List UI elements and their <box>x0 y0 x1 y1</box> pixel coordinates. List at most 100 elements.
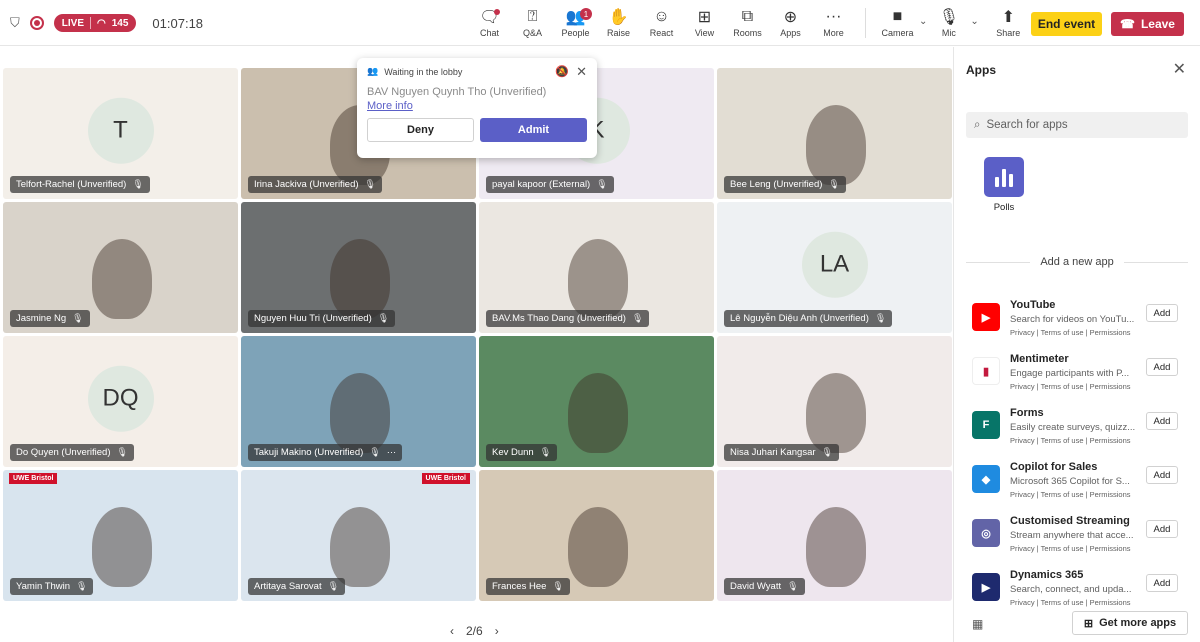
raise-hand-button[interactable]: ✋ Raise <box>597 6 640 38</box>
participant-tile[interactable]: LA Lê Nguyễn Diệu Anh (Unverified) 🎙 <box>717 202 952 333</box>
participant-tile[interactable]: Nguyen Huu Tri (Unverified) 🎙 <box>241 202 476 333</box>
add-app-button[interactable]: Add <box>1146 358 1178 376</box>
mic-muted-icon: 🎙 <box>552 581 564 591</box>
app-list-item[interactable]: ▶ YouTube Search for videos on YouTu... Pri… <box>972 299 1192 353</box>
dynamics-icon: ▶ <box>972 573 1000 601</box>
privacy-link[interactable]: Privacy <box>1010 598 1035 607</box>
app-links: Privacy | Terms of use | Permissions <box>1010 544 1131 553</box>
admit-button[interactable]: Admit <box>480 118 587 142</box>
app-list-item[interactable]: ◆ Copilot for Sales Microsoft 365 Copilot … <box>972 461 1192 515</box>
deny-button[interactable]: Deny <box>367 118 475 142</box>
bell-off-icon[interactable]: 🔕 <box>555 65 569 78</box>
participant-tile[interactable]: UWE Bristol Yamin Thwin 🎙 <box>3 470 238 601</box>
terms-link[interactable]: Terms of use <box>1041 598 1084 607</box>
chevron-right-icon[interactable]: › <box>495 624 499 638</box>
app-name: Mentimeter <box>1010 353 1069 365</box>
participant-tile[interactable]: Frances Hee 🎙 <box>479 470 714 601</box>
divider-line <box>1123 261 1189 263</box>
permissions-link[interactable]: Permissions <box>1090 490 1131 499</box>
participant-tile[interactable]: Takuji Makino (Unverified) 🎙 ··· <box>241 336 476 467</box>
app-list: ▶ YouTube Search for videos on YouTu... Pri… <box>972 299 1192 623</box>
polls-app-tile[interactable]: Polls <box>984 157 1024 213</box>
participant-name-label: Do Quyen (Unverified) 🎙 <box>10 444 134 461</box>
more-button[interactable]: ··· More <box>812 6 855 38</box>
participant-tile[interactable]: Kev Dunn 🎙 <box>479 336 714 467</box>
permissions-link[interactable]: Permissions <box>1090 382 1131 391</box>
terms-link[interactable]: Terms of use <box>1041 436 1084 445</box>
participant-name-label: Jasmine Ng 🎙 <box>10 310 90 327</box>
permissions-link[interactable]: Permissions <box>1090 436 1131 445</box>
participant-tile[interactable]: Bee Leng (Unverified) 🎙 <box>717 68 952 199</box>
close-icon[interactable]: ✕ <box>576 64 587 80</box>
privacy-link[interactable]: Privacy <box>1010 490 1035 499</box>
permissions-link[interactable]: Permissions <box>1090 544 1131 553</box>
leave-button[interactable]: ☎ Leave <box>1111 12 1184 36</box>
participant-name-label: Yamin Thwin 🎙 <box>10 578 94 595</box>
live-badge[interactable]: LIVE ◠ 145 <box>53 14 137 32</box>
participant-tile[interactable]: Nisa Juhari Kangsar 🎙 <box>717 336 952 467</box>
chat-button[interactable]: 🗨 Chat <box>468 6 511 38</box>
qa-button[interactable]: ⍰ Q&A <box>511 6 554 38</box>
rooms-button[interactable]: ⧉ Rooms <box>726 6 769 38</box>
camera-button[interactable]: ■ Camera <box>876 6 919 38</box>
participant-tile[interactable]: UWE Bristol Artitaya Sarovat 🎙 <box>241 470 476 601</box>
participant-name: Takuji Makino (Unverified) <box>254 447 364 458</box>
app-list-item[interactable]: F Forms Easily create surveys, quizz... Pri… <box>972 407 1192 461</box>
participant-tile[interactable]: Jasmine Ng 🎙 <box>3 202 238 333</box>
search-icon: ⌕ <box>974 118 981 131</box>
participant-name-label: Takuji Makino (Unverified) 🎙 ··· <box>248 444 403 461</box>
people-icon: 👥 <box>367 66 379 76</box>
participant-name-label: Frances Hee 🎙 <box>486 578 570 595</box>
ellipsis-icon[interactable]: ··· <box>387 447 397 458</box>
smiley-icon: ☺ <box>653 8 670 25</box>
end-event-button[interactable]: End event <box>1031 12 1102 36</box>
more-info-link[interactable]: More info <box>367 100 587 112</box>
video-feed <box>806 104 867 185</box>
privacy-link[interactable]: Privacy <box>1010 436 1035 445</box>
mic-muted-icon: 🎙 <box>821 447 833 457</box>
terms-link[interactable]: Terms of use <box>1041 382 1084 391</box>
chevron-left-icon[interactable]: ‹ <box>450 624 454 638</box>
app-store-icon[interactable]: ▦ <box>972 617 983 631</box>
get-more-apps-button[interactable]: ⊞ Get more apps <box>1072 611 1188 635</box>
share-button[interactable]: ⬆ Share <box>987 6 1030 38</box>
apps-search-input[interactable]: ⌕ Search for apps <box>966 112 1188 138</box>
participant-tile[interactable]: David Wyatt 🎙 <box>717 470 952 601</box>
privacy-link[interactable]: Privacy <box>1010 544 1035 553</box>
participant-name-label: Artitaya Sarovat 🎙 <box>248 578 346 595</box>
terms-link[interactable]: Terms of use <box>1041 328 1084 337</box>
close-icon[interactable]: ✕ <box>1173 59 1186 79</box>
mic-muted-icon: 🎙 <box>76 581 88 591</box>
participant-tile[interactable]: T Telfort-Rachel (Unverified) 🎙 <box>3 68 238 199</box>
add-app-button[interactable]: Add <box>1146 520 1178 538</box>
chat-label: Chat <box>479 28 499 38</box>
mic-options-chevron-icon[interactable]: ⌄ <box>970 16 978 38</box>
participant-name: David Wyatt <box>730 581 782 592</box>
add-app-button[interactable]: Add <box>1146 466 1178 484</box>
participant-tile[interactable]: DQ Do Quyen (Unverified) 🎙 <box>3 336 238 467</box>
participant-tile[interactable]: BAV.Ms Thao Dang (Unverified) 🎙 <box>479 202 714 333</box>
add-app-button[interactable]: Add <box>1146 412 1178 430</box>
phone-hangup-icon: ☎ <box>1120 17 1135 31</box>
terms-link[interactable]: Terms of use <box>1041 490 1084 499</box>
react-button[interactable]: ☺ React <box>640 6 683 38</box>
app-list-item[interactable]: ▮ Mentimeter Engage participants with P...… <box>972 353 1192 407</box>
shield-icon[interactable]: ⛉ <box>10 15 20 31</box>
add-app-button[interactable]: Add <box>1146 574 1178 592</box>
privacy-link[interactable]: Privacy <box>1010 382 1035 391</box>
participant-name-label: Telfort-Rachel (Unverified) 🎙 <box>10 176 150 193</box>
terms-link[interactable]: Terms of use <box>1041 544 1084 553</box>
apps-button[interactable]: ⊕ Apps <box>769 6 812 38</box>
permissions-link[interactable]: Permissions <box>1090 328 1131 337</box>
permissions-link[interactable]: Permissions <box>1090 598 1131 607</box>
privacy-link[interactable]: Privacy <box>1010 328 1035 337</box>
camera-options-chevron-icon[interactable]: ⌄ <box>919 16 927 38</box>
add-app-button[interactable]: Add <box>1146 304 1178 322</box>
teams-meeting-window: ⛉ LIVE ◠ 145 01:07:18 🗨 Chat ⍰ Q&A 👥 1 P… <box>0 0 1200 642</box>
mic-button[interactable]: 🎙 Mic <box>927 6 970 38</box>
app-links: Privacy | Terms of use | Permissions <box>1010 490 1131 499</box>
people-button[interactable]: 👥 1 People <box>554 6 597 38</box>
app-list-item[interactable]: ◎ Customised Streaming Stream anywhere tha… <box>972 515 1192 569</box>
more-label: More <box>823 28 844 38</box>
view-button[interactable]: ⊞ View <box>683 6 726 38</box>
